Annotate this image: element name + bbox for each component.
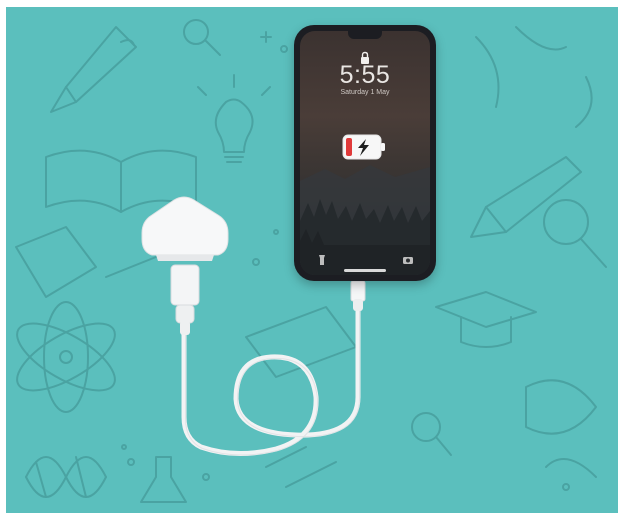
flashlight-icon — [319, 255, 325, 265]
power-adapter — [141, 196, 229, 256]
lightning-connector — [350, 280, 366, 302]
smartphone: 5:55 Saturday 1 May — [294, 25, 436, 281]
photo-frame: 5:55 Saturday 1 May — [6, 7, 618, 513]
notch — [348, 31, 382, 39]
camera-icon — [403, 257, 413, 264]
connector-boot — [353, 299, 363, 311]
clock-time: 5:55 — [339, 61, 391, 89]
lock-screen: 5:55 Saturday 1 May — [300, 31, 430, 275]
battery-level — [346, 138, 352, 156]
clock-date: Saturday 1 May — [340, 89, 390, 96]
battery-icon — [342, 134, 385, 160]
home-indicator — [344, 269, 386, 272]
charging-scene: 5:55 Saturday 1 May — [6, 7, 618, 513]
usb-a-connector — [170, 264, 200, 306]
usb-cable — [181, 306, 361, 457]
